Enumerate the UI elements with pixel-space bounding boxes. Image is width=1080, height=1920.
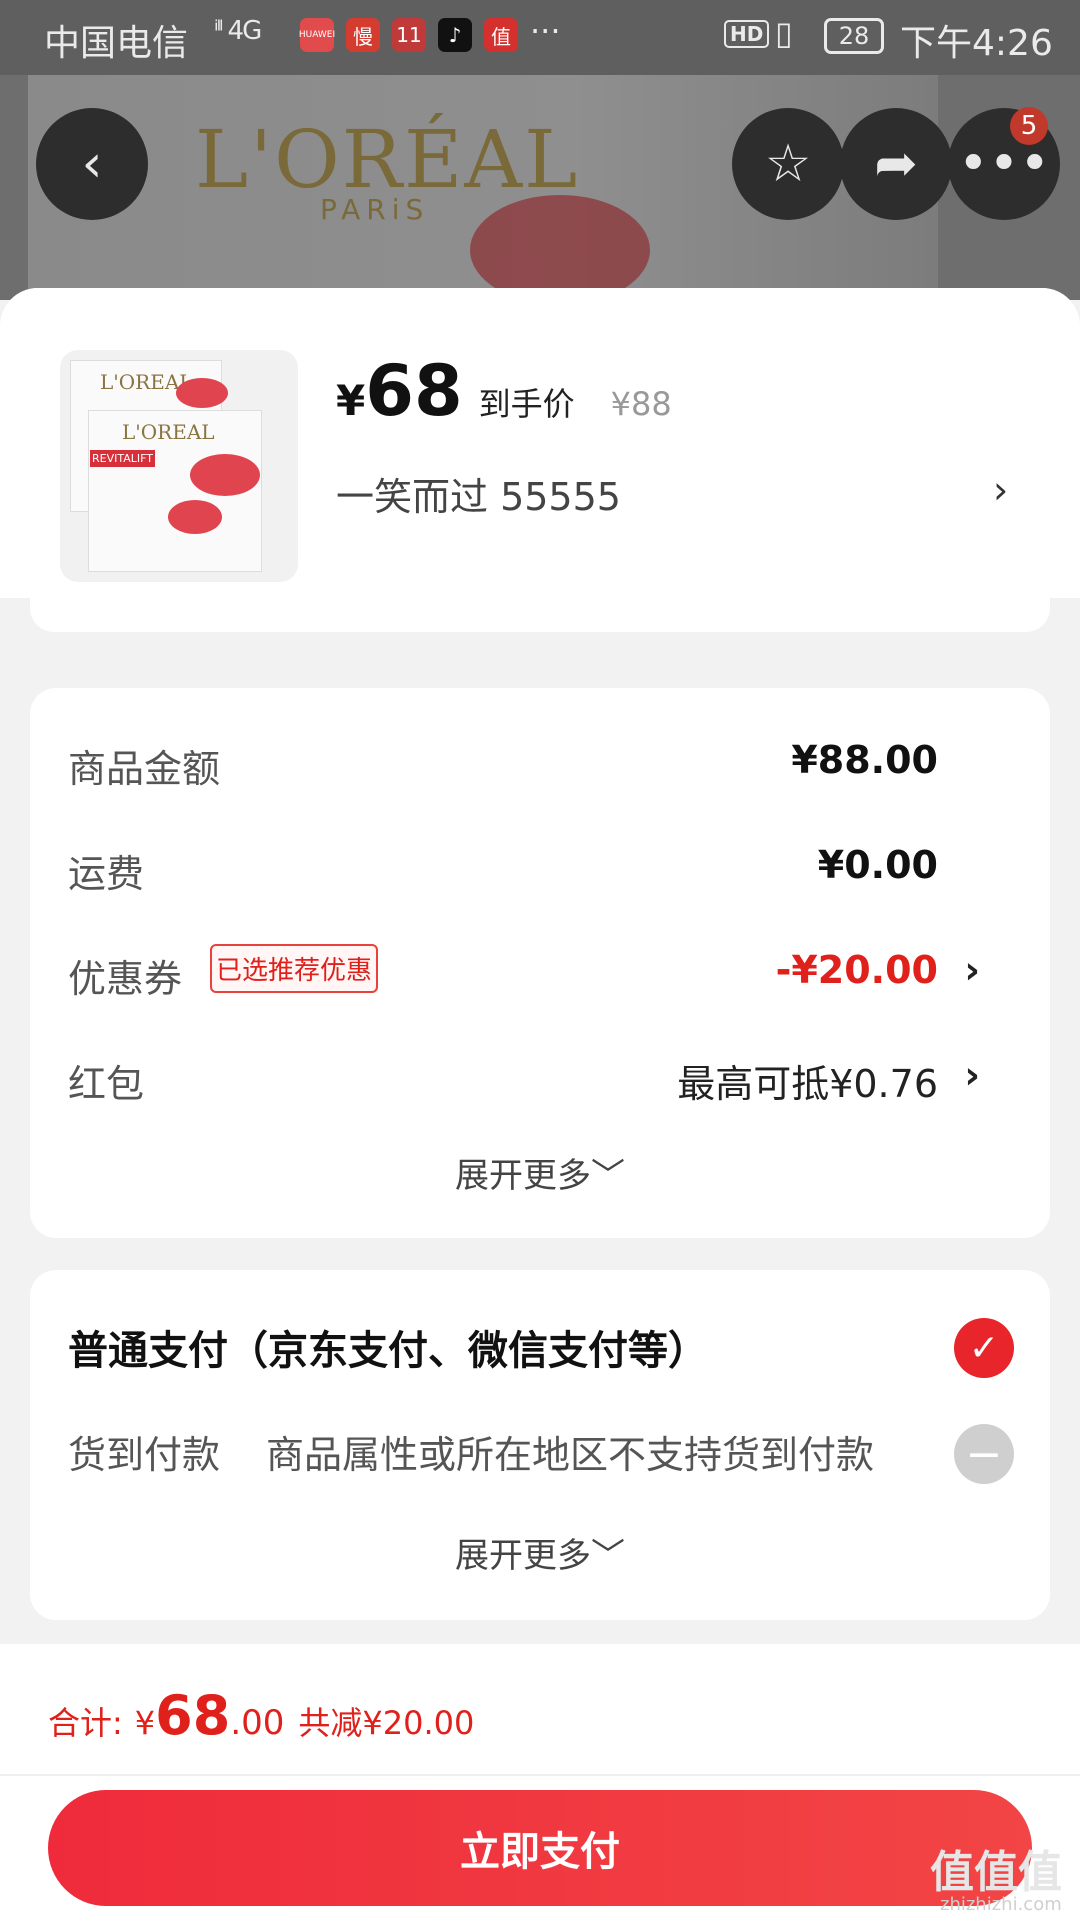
- clock: 下午4:26: [900, 23, 1053, 64]
- red-packet-label: 红包: [68, 1062, 145, 1106]
- vibrate-icon: ▯: [775, 14, 793, 52]
- expand-more-button[interactable]: 展开更多﹀: [30, 1148, 1050, 1197]
- disabled-icon: −: [954, 1424, 1014, 1484]
- coupon-value: -¥20.00: [775, 948, 938, 992]
- product-summary: L'OREAL L'OREAL REVITALIFT ¥ 68 到手价 ¥88 …: [0, 288, 1080, 598]
- notification-app-icons: HUAWEI 慢 11 ♪ 值: [299, 18, 518, 52]
- total-amount: 68: [155, 1684, 231, 1747]
- huawei-app-icon: HUAWEI: [299, 18, 335, 52]
- total-symbol: ¥: [134, 1704, 156, 1742]
- star-icon: ☆: [764, 134, 812, 194]
- check-icon[interactable]: ✓: [954, 1318, 1014, 1378]
- menu-badge: 5: [1010, 107, 1048, 145]
- payment-method-card: 普通支付（京东支付、微信支付等） ✓ 货到付款 商品属性或所在地区不支持货到付款…: [30, 1270, 1050, 1620]
- brand-sub: PARiS: [320, 193, 430, 226]
- chevron-right-icon[interactable]: ›: [964, 1053, 980, 1097]
- coupon-label: 优惠券: [68, 957, 183, 1001]
- original-price: ¥88: [610, 385, 672, 423]
- more-notifications-icon: ···: [530, 12, 561, 50]
- double11-app-icon: 11: [392, 18, 426, 52]
- goods-amount-value: ¥88.00: [791, 738, 938, 782]
- cod-unavailable-note: 商品属性或所在地区不支持货到付款: [266, 1433, 875, 1477]
- product-image-line: REVITALIFT: [90, 450, 155, 467]
- total-decimal: .00: [230, 1703, 285, 1743]
- chevron-right-icon[interactable]: ›: [993, 468, 1008, 512]
- total-label: 合计:: [48, 1704, 123, 1742]
- normal-payment-option[interactable]: 普通支付（京东支付、微信支付等）: [68, 1318, 708, 1376]
- address-card-edge: [30, 598, 1050, 632]
- back-button[interactable]: ‹: [36, 108, 148, 220]
- watermark: 值值值: [930, 1847, 1062, 1898]
- battery-icon: 28: [824, 18, 884, 54]
- coupon-row[interactable]: 优惠券 已选推荐优惠 -¥20.00 ›: [68, 944, 1020, 1008]
- shipping-row: 运费 ¥0.00: [68, 843, 1020, 903]
- final-price: 68: [365, 350, 463, 432]
- pay-now-button[interactable]: 立即支付: [48, 1790, 1032, 1906]
- share-button[interactable]: ➦: [840, 108, 952, 220]
- carrier-label: 中国电信: [44, 23, 189, 64]
- divider: [0, 1774, 1080, 1776]
- hd-icon: HD: [724, 20, 770, 48]
- chevron-left-icon: ‹: [81, 134, 103, 194]
- shipping-label: 运费: [68, 852, 145, 896]
- share-icon: ➦: [874, 134, 918, 194]
- final-price-label: 到手价: [478, 385, 575, 423]
- price-symbol: ¥: [336, 376, 366, 425]
- flower-decoration: [470, 195, 650, 300]
- product-image: L'OREAL L'OREAL REVITALIFT: [60, 350, 298, 582]
- status-bar: 中国电信 ⁱˡˡ 4G HUAWEI 慢 11 ♪ 值 ··· HD ▯ 28 …: [0, 0, 1080, 75]
- red-packet-row[interactable]: 红包 最高可抵¥0.76 ›: [68, 1053, 1020, 1113]
- shipping-value: ¥0.00: [817, 843, 938, 887]
- cod-payment-option: 货到付款: [68, 1433, 221, 1477]
- goods-amount-label: 商品金额: [68, 747, 221, 791]
- goods-amount-row: 商品金额 ¥88.00: [68, 738, 1020, 798]
- watermark-site: zhizhizhi.com: [940, 1894, 1062, 1915]
- checkout-footer: 合计: ¥ 68 .00 共减¥20.00 立即支付: [0, 1644, 1080, 1920]
- total-row: 合计: ¥ 68 .00 共减¥20.00: [48, 1684, 474, 1747]
- red-packet-value: 最高可抵¥0.76: [677, 1062, 938, 1106]
- price-row: ¥ 68 到手价 ¥88: [336, 350, 672, 432]
- total-discount: 共减¥20.00: [298, 1704, 475, 1742]
- order-summary-card: 商品金额 ¥88.00 运费 ¥0.00 优惠券 已选推荐优惠 -¥20.00 …: [30, 688, 1050, 1238]
- man-app-icon: 慢: [346, 18, 380, 52]
- coupon-tag: 已选推荐优惠: [210, 944, 379, 993]
- product-header-banner: L'ORÉAL PARiS ‹ ☆ ➦ ••• 5: [0, 75, 1080, 300]
- favorite-button[interactable]: ☆: [732, 108, 844, 220]
- tiktok-app-icon: ♪: [438, 18, 472, 52]
- zhi-app-icon: 值: [484, 18, 518, 52]
- product-image-brand: L'OREAL: [122, 420, 215, 444]
- expand-more-button[interactable]: 展开更多﹀: [30, 1528, 1050, 1577]
- chevron-right-icon[interactable]: ›: [964, 948, 980, 992]
- signal-icon: ⁱˡˡ 4G: [214, 16, 262, 46]
- selected-spec[interactable]: 一笑而过 55555: [336, 466, 621, 521]
